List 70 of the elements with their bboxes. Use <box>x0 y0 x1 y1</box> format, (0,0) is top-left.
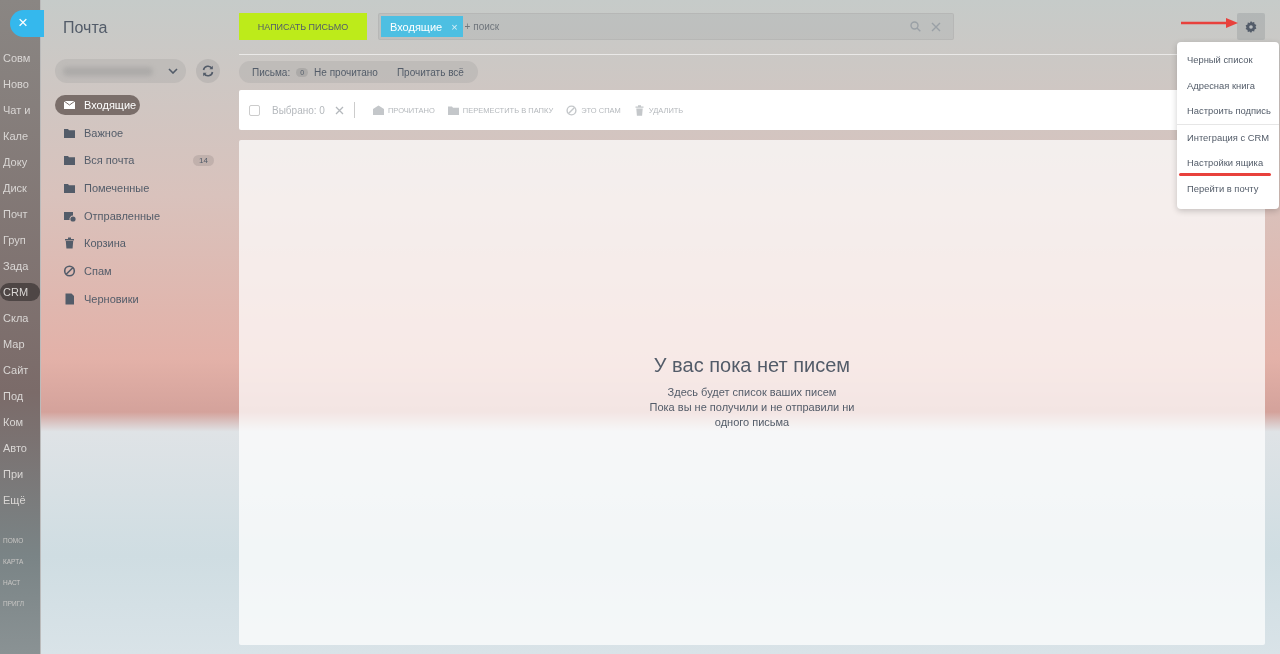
nav-item[interactable]: Доку <box>0 153 40 171</box>
folder-icon <box>447 104 459 116</box>
search-input[interactable]: + поиск <box>464 17 900 36</box>
document-icon <box>63 292 76 305</box>
nav-item[interactable]: Ново <box>0 75 40 93</box>
nav-item[interactable]: Кале <box>0 127 40 145</box>
page-title: Почта <box>63 19 109 38</box>
trash-icon <box>63 237 76 250</box>
empty-state-title: У вас пока нет писем <box>653 354 851 377</box>
nav-item[interactable]: Сайт <box>0 361 40 379</box>
menu-item[interactable]: Черный список <box>1177 47 1279 73</box>
nav-item[interactable]: Диск <box>0 179 40 197</box>
open-envelope-icon <box>372 104 384 116</box>
refresh-button[interactable] <box>196 59 220 83</box>
filter-tag: Входящие × <box>381 16 463 37</box>
account-dropdown[interactable] <box>55 59 186 83</box>
clear-icon[interactable] <box>931 21 941 32</box>
folder-item[interactable]: Спам <box>55 261 222 282</box>
trash-icon <box>633 104 645 116</box>
menu-item[interactable]: Адресная книга <box>1177 72 1279 99</box>
nav-item[interactable]: Зада <box>0 257 40 275</box>
arrow-annotation-drawing <box>1181 18 1238 28</box>
menu-item[interactable]: Настроить подпись <box>1177 98 1279 124</box>
nav-item[interactable]: Авто <box>0 439 40 457</box>
folder-item[interactable]: Черновики <box>55 288 222 309</box>
nav-item[interactable]: Груп <box>0 231 40 249</box>
nav-item[interactable]: Мар <box>0 335 40 353</box>
folder-item[interactable]: Отправленные <box>55 205 222 226</box>
close-icon[interactable] <box>334 105 344 115</box>
folder-item[interactable]: Вся почта 14 <box>55 150 222 171</box>
compose-button[interactable]: НАПИСАТЬ ПИСЬМО <box>239 13 367 40</box>
counter-label: Письма: <box>252 66 291 78</box>
chevron-down-icon <box>168 68 178 74</box>
gear-icon <box>1245 20 1257 33</box>
select-all-checkbox[interactable] <box>249 104 260 116</box>
blocked-icon <box>566 104 578 116</box>
search-field[interactable]: Входящие × + поиск <box>378 13 954 40</box>
nav-item[interactable]: Скла <box>0 309 40 327</box>
nav-item[interactable]: Совм <box>0 49 40 67</box>
folder-item[interactable]: Входящие <box>55 95 140 115</box>
menu-item[interactable]: Интеграция с CRM <box>1177 124 1279 151</box>
nav-item[interactable]: При <box>0 465 40 483</box>
folder-icon <box>63 154 76 167</box>
close-button[interactable]: × <box>10 10 44 37</box>
nav-item[interactable]: Под <box>0 387 40 405</box>
nav-item[interactable]: Чат и <box>0 101 40 119</box>
empty-state-text: Здесь будет список ваших писем <box>666 385 838 400</box>
search-icon[interactable] <box>910 21 921 32</box>
folder-item[interactable]: Важное <box>55 122 222 143</box>
refresh-icon <box>201 64 215 78</box>
menu-item[interactable]: Настройки ящика <box>1177 150 1279 176</box>
folder-icon <box>63 182 76 195</box>
nav-item[interactable]: CRM <box>0 283 40 301</box>
selected-count: Выбрано: 0 <box>272 104 325 116</box>
tag-remove-button[interactable]: × <box>451 20 458 33</box>
folder-item[interactable]: Корзина <box>55 233 222 254</box>
nav-item[interactable]: Ком <box>0 413 40 431</box>
nav-item[interactable]: Ещё <box>0 491 40 509</box>
sent-mail-icon <box>63 209 76 222</box>
nav-item[interactable]: Почт <box>0 205 40 223</box>
envelope-icon <box>63 99 76 111</box>
read-all-link[interactable]: Прочитать всё <box>396 66 464 78</box>
folder-item[interactable]: Помеченные <box>55 178 222 199</box>
count-badge: 14 <box>193 154 214 166</box>
menu-item[interactable]: Перейти в почту <box>1177 175 1279 202</box>
blocked-icon <box>63 265 76 278</box>
settings-button[interactable] <box>1237 13 1265 40</box>
filter-link[interactable]: Не прочитано <box>314 66 378 78</box>
folder-icon <box>63 126 76 139</box>
empty-state-text: Пока вы не получили и не отправили ни одного письма <box>648 400 856 430</box>
